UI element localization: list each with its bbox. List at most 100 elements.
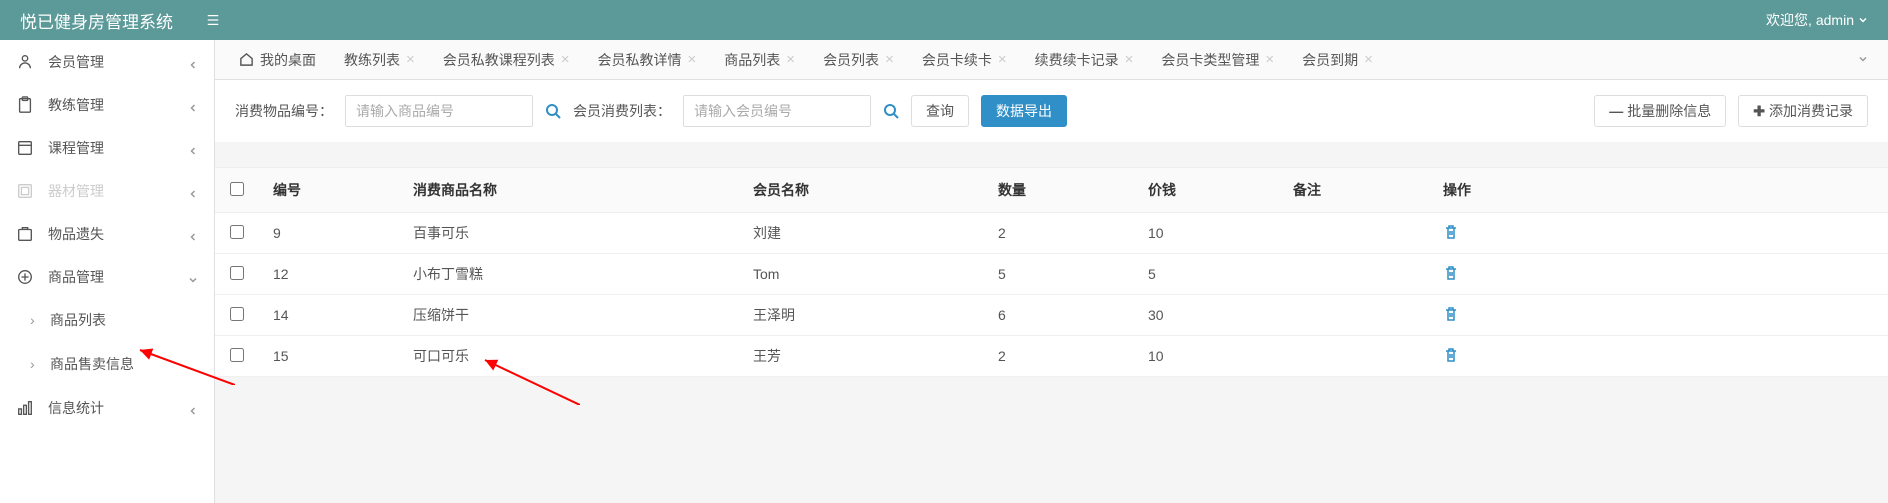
tab-product-list[interactable]: 商品列表 × bbox=[710, 40, 809, 79]
sidebar-item-coach[interactable]: 教练管理 bbox=[0, 83, 214, 126]
row-checkbox[interactable] bbox=[230, 225, 244, 239]
chevron-left-icon bbox=[188, 143, 198, 153]
tab-close-icon[interactable]: × bbox=[885, 51, 894, 68]
sidebar-sub-label: 商品列表 bbox=[50, 310, 106, 330]
table-row: 9 百事可乐 刘建 2 10 bbox=[215, 213, 1888, 254]
cell-price: 5 bbox=[1134, 254, 1279, 295]
header-user-area[interactable]: 欢迎您,admin bbox=[1766, 10, 1888, 30]
tab-member-detail[interactable]: 会员私教详情× bbox=[584, 40, 711, 79]
col-qty: 数量 bbox=[984, 168, 1134, 213]
row-checkbox[interactable] bbox=[230, 266, 244, 280]
cell-note bbox=[1279, 336, 1429, 377]
tab-close-icon[interactable]: × bbox=[561, 51, 570, 68]
sidebar-sub-product-sales[interactable]: › 商品售卖信息 bbox=[0, 342, 214, 386]
tab-close-icon[interactable]: × bbox=[406, 51, 415, 68]
cell-member: 刘建 bbox=[739, 213, 984, 254]
sidebar-label: 器材管理 bbox=[48, 181, 104, 201]
box-icon bbox=[16, 225, 34, 243]
tab-label: 会员卡续卡 bbox=[922, 50, 992, 70]
tab-label: 会员卡类型管理 bbox=[1161, 50, 1259, 70]
tab-close-icon[interactable]: × bbox=[1265, 51, 1274, 68]
sidebar-item-product[interactable]: 商品管理 bbox=[0, 255, 214, 298]
export-button[interactable]: 数据导出 bbox=[981, 95, 1067, 127]
tab-member-expire[interactable]: 会员到期 × bbox=[1288, 40, 1387, 79]
cell-member: 王芳 bbox=[739, 336, 984, 377]
sidebar-item-equipment[interactable]: 器材管理 bbox=[0, 169, 214, 212]
sidebar-label: 课程管理 bbox=[48, 138, 104, 158]
sidebar-item-course[interactable]: 课程管理 bbox=[0, 126, 214, 169]
tab-label: 我的桌面 bbox=[260, 50, 316, 70]
sidebar-label: 物品遗失 bbox=[48, 224, 104, 244]
welcome-text: 欢迎您, bbox=[1766, 10, 1812, 30]
book-icon bbox=[16, 139, 34, 157]
cell-id: 14 bbox=[259, 295, 399, 336]
add-record-button[interactable]: ✚添加消费记录 bbox=[1738, 95, 1868, 127]
tab-card-type[interactable]: 会员卡类型管理 × bbox=[1147, 40, 1288, 79]
cell-id: 15 bbox=[259, 336, 399, 377]
tab-member-course[interactable]: 会员私教课程列表 × bbox=[429, 40, 584, 79]
row-checkbox[interactable] bbox=[230, 307, 244, 321]
search-product-button[interactable] bbox=[545, 103, 561, 119]
tab-label: 教练列表 bbox=[344, 50, 400, 70]
tab-member-list[interactable]: 会员列表× bbox=[809, 40, 908, 79]
minus-icon: — bbox=[1609, 103, 1623, 119]
sidebar: 会员管理 教练管理 课程管理 器材管理 物品遗失 商品管理 bbox=[0, 40, 215, 503]
delete-button[interactable] bbox=[1443, 309, 1459, 325]
dumbbell-icon bbox=[16, 182, 34, 200]
chevron-down-icon bbox=[1858, 15, 1868, 25]
sidebar-sub-product-list[interactable]: › 商品列表 bbox=[0, 298, 214, 342]
tab-close-icon[interactable]: × bbox=[786, 51, 795, 68]
member-list-label: 会员消费列表： bbox=[573, 101, 671, 121]
plus-icon: ✚ bbox=[1753, 103, 1765, 120]
home-icon bbox=[239, 52, 254, 67]
sidebar-toggle-button[interactable] bbox=[193, 0, 233, 40]
sidebar-label: 信息统计 bbox=[48, 398, 104, 418]
tab-coach-list[interactable]: 教练列表 × bbox=[330, 40, 429, 79]
tab-renew-record[interactable]: 续费续卡记录× bbox=[1021, 40, 1148, 79]
delete-button[interactable] bbox=[1443, 350, 1459, 366]
tab-card-renew[interactable]: 会员卡续卡 × bbox=[908, 40, 1021, 79]
chevron-left-icon bbox=[188, 403, 198, 413]
tab-label: 会员私教课程列表 bbox=[443, 50, 555, 70]
delete-button[interactable] bbox=[1443, 227, 1459, 243]
filter-toolbar: 消费物品编号： 会员消费列表： 查询 数据导出 —批量删除信息 ✚添加消费记录 bbox=[215, 80, 1888, 142]
tab-close-icon[interactable]: × bbox=[1125, 51, 1134, 68]
tab-close-icon[interactable]: × bbox=[998, 51, 1007, 68]
app-title: 悦已健身房管理系统 bbox=[0, 8, 193, 33]
col-price: 价钱 bbox=[1134, 168, 1279, 213]
table-header-row: 编号 消费商品名称 会员名称 数量 价钱 备注 操作 bbox=[215, 168, 1888, 213]
cell-id: 12 bbox=[259, 254, 399, 295]
query-button[interactable]: 查询 bbox=[911, 95, 969, 127]
sidebar-item-member[interactable]: 会员管理 bbox=[0, 40, 214, 83]
tab-close-icon[interactable]: × bbox=[1364, 51, 1373, 68]
row-checkbox[interactable] bbox=[230, 348, 244, 362]
chart-icon bbox=[16, 399, 34, 417]
batch-delete-button[interactable]: —批量删除信息 bbox=[1594, 95, 1726, 127]
menu-icon bbox=[206, 13, 220, 27]
tab-label: 商品列表 bbox=[724, 50, 780, 70]
tab-close-icon[interactable]: × bbox=[688, 51, 697, 68]
cell-note bbox=[1279, 213, 1429, 254]
select-all-checkbox[interactable] bbox=[230, 182, 244, 196]
member-id-input[interactable] bbox=[683, 95, 871, 127]
cell-member: 王泽明 bbox=[739, 295, 984, 336]
chevron-right-icon: › bbox=[30, 312, 38, 328]
col-product: 消费商品名称 bbox=[399, 168, 739, 213]
clipboard-icon bbox=[16, 96, 34, 114]
chevron-left-icon bbox=[188, 229, 198, 239]
chevron-left-icon bbox=[188, 186, 198, 196]
search-member-button[interactable] bbox=[883, 103, 899, 119]
tab-label: 会员到期 bbox=[1302, 50, 1358, 70]
product-id-input[interactable] bbox=[345, 95, 533, 127]
table-row: 15 可口可乐 王芳 2 10 bbox=[215, 336, 1888, 377]
cell-qty: 6 bbox=[984, 295, 1134, 336]
top-header: 悦已健身房管理系统 欢迎您,admin bbox=[0, 0, 1888, 40]
tab-home[interactable]: 我的桌面 bbox=[225, 40, 330, 79]
cell-product: 压缩饼干 bbox=[399, 295, 739, 336]
delete-button[interactable] bbox=[1443, 268, 1459, 284]
sidebar-item-lost[interactable]: 物品遗失 bbox=[0, 212, 214, 255]
sidebar-item-stats[interactable]: 信息统计 bbox=[0, 386, 214, 429]
sidebar-label: 商品管理 bbox=[48, 267, 104, 287]
cell-note bbox=[1279, 254, 1429, 295]
tabs-menu-button[interactable] bbox=[1848, 51, 1878, 69]
